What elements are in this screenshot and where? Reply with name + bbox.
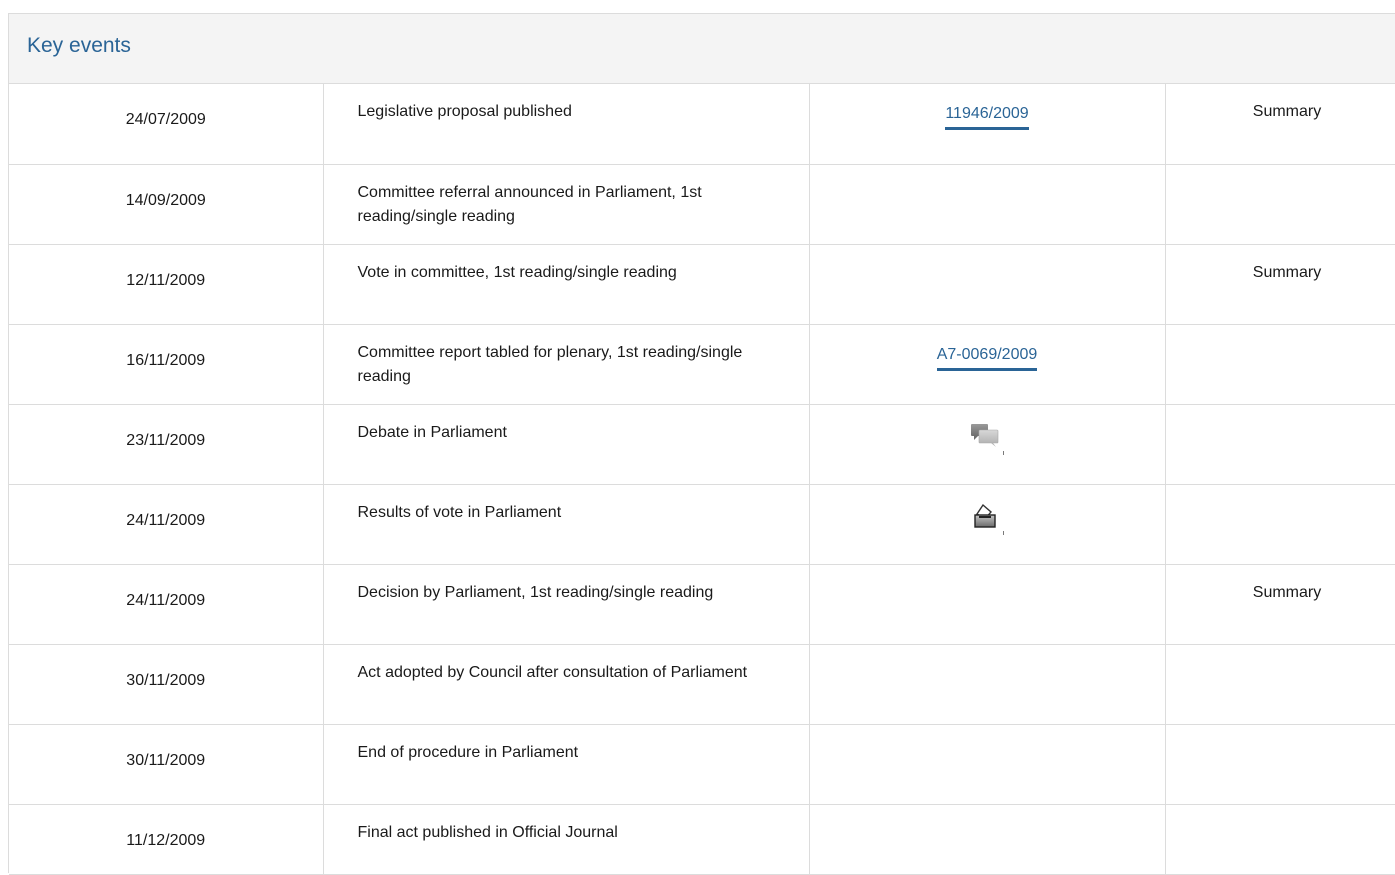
event-date: 23/11/2009 bbox=[9, 404, 324, 485]
event-description: Act adopted by Council after consultatio… bbox=[323, 644, 810, 725]
event-date: 14/09/2009 bbox=[9, 164, 324, 245]
event-description: Vote in committee, 1st reading/single re… bbox=[323, 244, 810, 325]
event-date: 24/11/2009 bbox=[9, 484, 324, 565]
table-row: 16/11/2009 Committee report tabled for p… bbox=[9, 324, 1395, 405]
panel-title: Key events bbox=[27, 33, 131, 57]
table-row: 24/11/2009 Results of vote in Parliament bbox=[9, 484, 1395, 565]
event-description: Debate in Parliament bbox=[323, 404, 810, 485]
event-date: 16/11/2009 bbox=[9, 324, 324, 405]
event-date: 24/11/2009 bbox=[9, 564, 324, 645]
key-events-panel: Key events 24/07/2009 Legislative propos… bbox=[8, 13, 1395, 875]
event-reference-cell bbox=[809, 404, 1166, 485]
event-reference-cell bbox=[809, 724, 1166, 805]
table-row: 24/11/2009 Decision by Parliament, 1st r… bbox=[9, 564, 1395, 645]
event-description: Decision by Parliament, 1st reading/sing… bbox=[323, 564, 810, 645]
event-reference-cell bbox=[809, 564, 1166, 645]
table-row: 30/11/2009 Act adopted by Council after … bbox=[9, 644, 1395, 725]
event-summary bbox=[1165, 804, 1395, 875]
event-reference-cell bbox=[809, 244, 1166, 325]
event-summary[interactable]: Summary bbox=[1165, 84, 1395, 165]
table-row: 30/11/2009 End of procedure in Parliamen… bbox=[9, 724, 1395, 805]
document-link[interactable]: A7-0069/2009 bbox=[936, 344, 1038, 371]
event-reference-cell bbox=[809, 484, 1166, 565]
panel-header: Key events bbox=[9, 14, 1395, 84]
event-date: 30/11/2009 bbox=[9, 644, 324, 725]
event-summary bbox=[1165, 644, 1395, 725]
document-link[interactable]: 11946/2009 bbox=[945, 103, 1029, 130]
event-reference-cell bbox=[809, 644, 1166, 725]
event-description: Committee referral announced in Parliame… bbox=[323, 164, 810, 245]
event-summary bbox=[1165, 724, 1395, 805]
ballot-box-icon[interactable] bbox=[969, 503, 1005, 535]
event-summary bbox=[1165, 484, 1395, 565]
event-description: Final act published in Official Journal bbox=[323, 804, 810, 875]
event-summary[interactable]: Summary bbox=[1165, 564, 1395, 645]
table-row: 23/11/2009 Debate in Parliament bbox=[9, 404, 1395, 485]
event-description: End of procedure in Parliament bbox=[323, 724, 810, 805]
event-description: Legislative proposal published bbox=[323, 84, 810, 165]
event-reference-cell: 11946/2009 bbox=[809, 84, 1166, 165]
event-description: Results of vote in Parliament bbox=[323, 484, 810, 565]
event-reference-cell bbox=[809, 164, 1166, 245]
event-summary bbox=[1165, 164, 1395, 245]
key-events-table: 24/07/2009 Legislative proposal publishe… bbox=[9, 84, 1395, 875]
event-summary[interactable]: Summary bbox=[1165, 244, 1395, 325]
event-reference-cell bbox=[809, 804, 1166, 875]
event-summary bbox=[1165, 324, 1395, 405]
table-row: 11/12/2009 Final act published in Offici… bbox=[9, 804, 1395, 875]
event-date: 11/12/2009 bbox=[9, 804, 324, 875]
debate-icon[interactable] bbox=[969, 423, 1005, 455]
event-reference-cell: A7-0069/2009 bbox=[809, 324, 1166, 405]
event-summary bbox=[1165, 404, 1395, 485]
table-row: 14/09/2009 Committee referral announced … bbox=[9, 164, 1395, 245]
event-description: Committee report tabled for plenary, 1st… bbox=[323, 324, 810, 405]
event-date: 24/07/2009 bbox=[9, 84, 324, 165]
table-row: 24/07/2009 Legislative proposal publishe… bbox=[9, 84, 1395, 165]
event-date: 12/11/2009 bbox=[9, 244, 324, 325]
table-row: 12/11/2009 Vote in committee, 1st readin… bbox=[9, 244, 1395, 325]
event-date: 30/11/2009 bbox=[9, 724, 324, 805]
